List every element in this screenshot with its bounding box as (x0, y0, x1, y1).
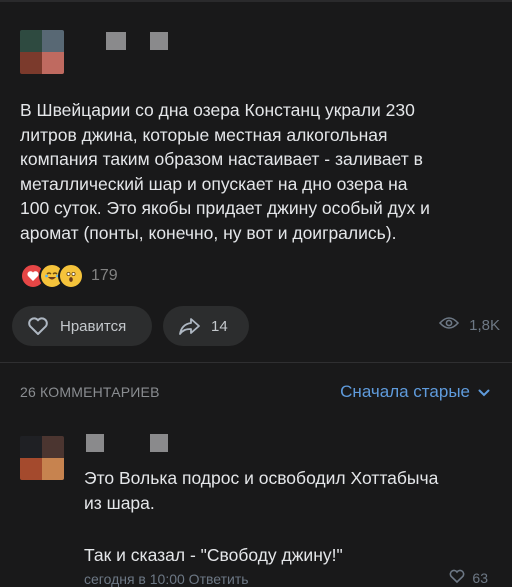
heart-outline-icon (448, 568, 466, 587)
share-arrow-icon (177, 314, 203, 338)
avatar-pixel (20, 52, 42, 74)
avatar-pixel (42, 30, 64, 52)
eye-icon (439, 316, 460, 334)
avatar-pixel (20, 458, 42, 480)
comments-count-label: 26 КОММЕНТАРИЕВ (20, 384, 160, 400)
views-counter: 1,8K (439, 316, 500, 334)
like-label: Нравится (60, 317, 127, 335)
comment-like-button[interactable]: 63 (448, 568, 488, 587)
post-text: В Швейцарии со дна озера Констанц украли… (20, 100, 430, 243)
avatar-pixel (20, 30, 42, 52)
comment-author-name-censored[interactable] (150, 434, 168, 452)
avatar-pixel (20, 436, 42, 458)
chevron-down-icon (478, 382, 490, 402)
sort-label: Сначала старые (340, 382, 470, 401)
post-author-avatar[interactable] (20, 30, 64, 74)
views-count: 1,8K (469, 316, 500, 334)
comments-sort-dropdown[interactable]: Сначала старые (340, 382, 490, 402)
section-divider (0, 362, 512, 363)
comment-author-avatar[interactable] (20, 436, 64, 480)
comment-meta[interactable]: сегодня в 10:00 Ответить (84, 571, 249, 587)
share-count: 14 (211, 317, 228, 335)
avatar-pixel (42, 52, 64, 74)
post-author-name-censored[interactable] (106, 32, 126, 50)
comment-author-name-censored[interactable] (86, 434, 104, 452)
comment-like-count: 63 (472, 569, 488, 586)
avatar-pixel (42, 436, 64, 458)
astonished-icon (58, 263, 84, 289)
share-button[interactable]: 14 (163, 306, 249, 346)
post-author-name-censored[interactable] (150, 32, 168, 50)
reactions-count: 179 (91, 267, 118, 284)
heart-outline-icon (26, 314, 50, 338)
top-separator (0, 0, 512, 2)
avatar-pixel (42, 458, 64, 480)
like-button[interactable]: Нравится (12, 306, 152, 346)
comment-text: Это Волька подрос и освободил Хоттабыча … (84, 468, 439, 513)
comment-text: Так и сказал - "Свободу джину!" (84, 545, 343, 565)
reactions-summary[interactable]: 179 (20, 263, 118, 289)
